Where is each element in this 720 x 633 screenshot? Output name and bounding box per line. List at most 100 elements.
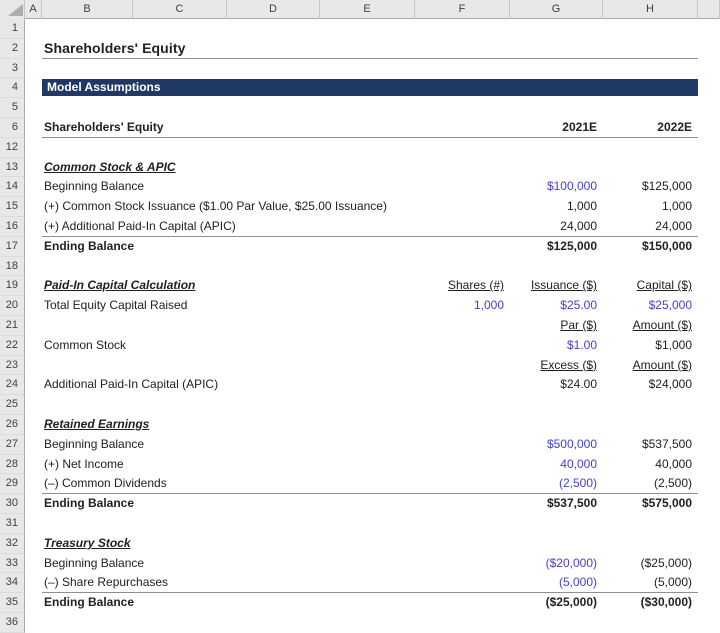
- row-header-3[interactable]: 3: [0, 58, 25, 79]
- row-header-31[interactable]: 31: [0, 513, 25, 534]
- row-header-13[interactable]: 13: [0, 157, 25, 178]
- cell-B19[interactable]: Paid-In Capital Calculation: [42, 276, 415, 296]
- row-header-34[interactable]: 34: [0, 573, 25, 594]
- row-header-32[interactable]: 32: [0, 533, 25, 554]
- cell-G20[interactable]: $25.00: [510, 296, 603, 316]
- cell-H34[interactable]: (5,000): [603, 573, 698, 593]
- row-header-18[interactable]: 18: [0, 256, 25, 277]
- row-header-35[interactable]: 35: [0, 593, 25, 613]
- cell-B29[interactable]: (–) Common Dividends: [42, 474, 415, 494]
- cell-H21[interactable]: Amount ($): [603, 316, 698, 336]
- cell-G19[interactable]: Issuance ($): [510, 276, 603, 296]
- row-header-16[interactable]: 16: [0, 216, 25, 237]
- cell-G14[interactable]: $100,000: [510, 177, 603, 197]
- cell-F19[interactable]: Shares (#): [415, 276, 510, 296]
- row-header-20[interactable]: 20: [0, 296, 25, 316]
- cell-H20[interactable]: $25,000: [603, 296, 698, 316]
- row-header-22[interactable]: 22: [0, 335, 25, 356]
- cell-G28[interactable]: 40,000: [510, 455, 603, 475]
- row-header-33[interactable]: 33: [0, 553, 25, 574]
- row-header-6[interactable]: 6: [0, 117, 25, 138]
- cell-G24[interactable]: $24.00: [510, 375, 603, 395]
- row-header-12[interactable]: 12: [0, 137, 25, 158]
- cell-H24[interactable]: $24,000: [603, 375, 698, 395]
- column-header-H[interactable]: H: [603, 0, 698, 19]
- column-header-G[interactable]: G: [510, 0, 603, 19]
- cell-G35[interactable]: ($25,000): [510, 593, 603, 613]
- column-header-C[interactable]: C: [133, 0, 227, 19]
- row-header-26[interactable]: 26: [0, 414, 25, 435]
- cell-B17[interactable]: Ending Balance: [42, 237, 415, 257]
- row-header-2[interactable]: 2: [0, 38, 25, 59]
- row-header-4[interactable]: 4: [0, 78, 25, 99]
- cell-B2[interactable]: Shareholders' Equity: [42, 39, 415, 59]
- cell-H16[interactable]: 24,000: [603, 217, 698, 237]
- row-header-23[interactable]: 23: [0, 355, 25, 376]
- row-header-29[interactable]: 29: [0, 474, 25, 495]
- cell-B14[interactable]: Beginning Balance: [42, 177, 415, 197]
- cell-H35[interactable]: ($30,000): [603, 593, 698, 613]
- cell-G21[interactable]: Par ($): [510, 316, 603, 336]
- cell-B22[interactable]: Common Stock: [42, 336, 415, 356]
- row-header-21[interactable]: 21: [0, 315, 25, 336]
- cell-B30[interactable]: Ending Balance: [42, 494, 415, 514]
- cell-B16[interactable]: (+) Additional Paid-In Capital (APIC): [42, 217, 415, 237]
- cell-G17[interactable]: $125,000: [510, 237, 603, 257]
- cell-G27[interactable]: $500,000: [510, 435, 603, 455]
- cell-H33[interactable]: ($25,000): [603, 554, 698, 574]
- row-header-27[interactable]: 27: [0, 434, 25, 455]
- row-header-25[interactable]: 25: [0, 395, 25, 415]
- row-header-15[interactable]: 15: [0, 197, 25, 217]
- cell-H22[interactable]: $1,000: [603, 336, 698, 356]
- row-header-19[interactable]: 19: [0, 276, 25, 297]
- cell-H28[interactable]: 40,000: [603, 455, 698, 475]
- column-header-F[interactable]: F: [415, 0, 510, 19]
- cell-G22[interactable]: $1.00: [510, 336, 603, 356]
- cell-F20[interactable]: 1,000: [415, 296, 510, 316]
- cell-B15[interactable]: (+) Common Stock Issuance ($1.00 Par Val…: [42, 197, 415, 217]
- row-header-30[interactable]: 30: [0, 494, 25, 514]
- cell-B34[interactable]: (–) Share Repurchases: [42, 573, 415, 593]
- sheet-row-17: 17 Ending Balance $125,000 $150,000: [0, 236, 720, 257]
- cell-G15[interactable]: 1,000: [510, 197, 603, 217]
- column-header-D[interactable]: D: [227, 0, 320, 19]
- cell-B27[interactable]: Beginning Balance: [42, 435, 415, 455]
- row-header-1[interactable]: 1: [0, 19, 25, 39]
- select-all-button[interactable]: [0, 0, 25, 19]
- cell-H23[interactable]: Amount ($): [603, 356, 698, 376]
- column-header-B[interactable]: B: [42, 0, 133, 19]
- row-header-36[interactable]: 36: [0, 612, 25, 633]
- cell-H27[interactable]: $537,500: [603, 435, 698, 455]
- row-header-17[interactable]: 17: [0, 236, 25, 257]
- cell-B6[interactable]: Shareholders' Equity: [42, 118, 415, 138]
- cell-G30[interactable]: $537,500: [510, 494, 603, 514]
- cell-H30[interactable]: $575,000: [603, 494, 698, 514]
- model-assumptions-banner[interactable]: Model Assumptions: [42, 79, 698, 97]
- cell-G23[interactable]: Excess ($): [510, 356, 603, 376]
- cell-B33[interactable]: Beginning Balance: [42, 554, 415, 574]
- row-header-5[interactable]: 5: [0, 98, 25, 118]
- cell-G29[interactable]: (2,500): [510, 474, 603, 494]
- cell-H6[interactable]: 2022E: [603, 118, 698, 138]
- cell-G33[interactable]: ($20,000): [510, 554, 603, 574]
- cell-B35[interactable]: Ending Balance: [42, 593, 415, 613]
- cell-H15[interactable]: 1,000: [603, 197, 698, 217]
- cell-B24[interactable]: Additional Paid-In Capital (APIC): [42, 375, 415, 395]
- cell-B20[interactable]: Total Equity Capital Raised: [42, 296, 415, 316]
- cell-G16[interactable]: 24,000: [510, 217, 603, 237]
- cell-H17[interactable]: $150,000: [603, 237, 698, 257]
- cell-B28[interactable]: (+) Net Income: [42, 455, 415, 475]
- row-header-28[interactable]: 28: [0, 454, 25, 475]
- cell-G34[interactable]: (5,000): [510, 573, 603, 593]
- cell-B32[interactable]: Treasury Stock: [42, 534, 415, 554]
- row-header-14[interactable]: 14: [0, 177, 25, 198]
- cell-H19[interactable]: Capital ($): [603, 276, 698, 296]
- cell-H29[interactable]: (2,500): [603, 474, 698, 494]
- cell-G6[interactable]: 2021E: [510, 118, 603, 138]
- row-header-24[interactable]: 24: [0, 375, 25, 396]
- cell-B26[interactable]: Retained Earnings: [42, 415, 415, 435]
- column-header-A[interactable]: A: [25, 0, 42, 19]
- column-header-E[interactable]: E: [320, 0, 415, 19]
- cell-H14[interactable]: $125,000: [603, 177, 698, 197]
- cell-B13[interactable]: Common Stock & APIC: [42, 158, 415, 178]
